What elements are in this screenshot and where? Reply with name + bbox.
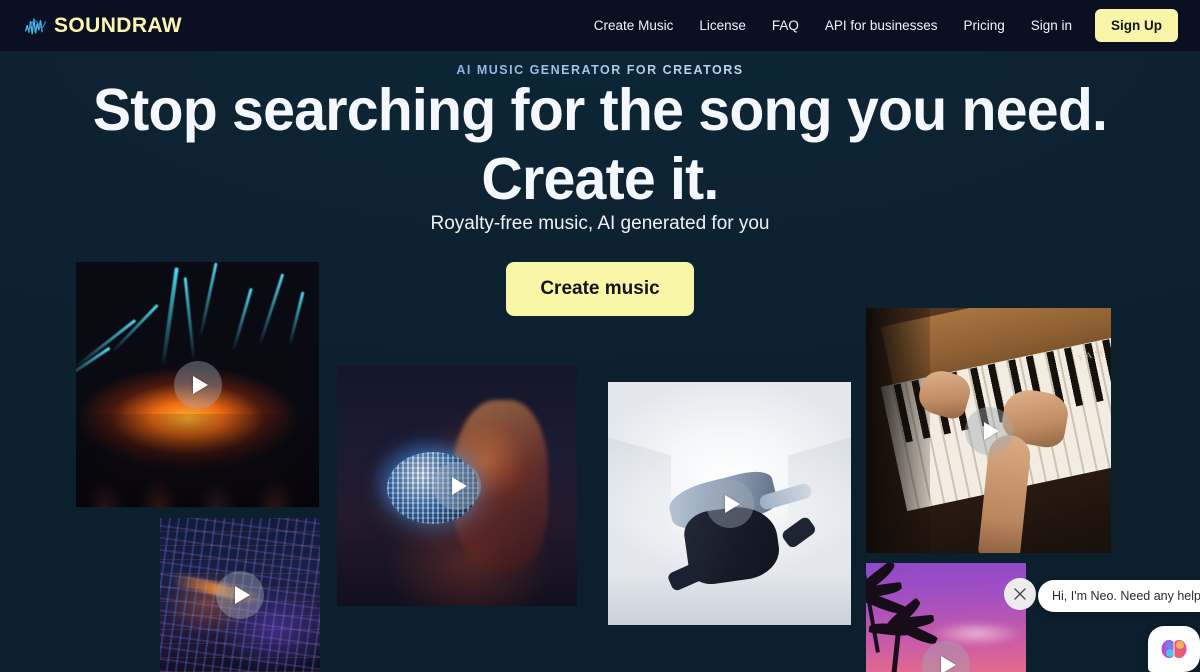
- sign-up-button[interactable]: Sign Up: [1095, 9, 1178, 42]
- chat-launcher-button[interactable]: [1148, 626, 1200, 672]
- brain-icon: [1161, 640, 1187, 658]
- nav-faq[interactable]: FAQ: [759, 12, 812, 39]
- play-icon[interactable]: [216, 571, 264, 619]
- nav-api-for-businesses[interactable]: API for businesses: [812, 12, 951, 39]
- headline-line-2: Create it.: [481, 146, 719, 212]
- play-icon[interactable]: [705, 479, 754, 528]
- site-header: SOUNDRAW Create Music License FAQ API fo…: [0, 0, 1200, 51]
- page-root: SOUNDRAW Create Music License FAQ API fo…: [0, 0, 1200, 672]
- waveform-icon: [24, 18, 47, 34]
- nav-pricing[interactable]: Pricing: [950, 12, 1017, 39]
- nav-create-music[interactable]: Create Music: [581, 12, 687, 39]
- play-icon[interactable]: [433, 462, 481, 510]
- nav-license[interactable]: License: [686, 12, 759, 39]
- video-card-palm[interactable]: [866, 563, 1026, 672]
- logo[interactable]: SOUNDRAW: [24, 14, 182, 38]
- hero-eyebrow: AI MUSIC GENERATOR FOR CREATORS: [0, 63, 1200, 77]
- play-icon[interactable]: [964, 406, 1013, 455]
- headline-line-1: Stop searching for the song you need.: [92, 77, 1108, 143]
- chat-message-bubble[interactable]: Hi, I'm Neo. Need any help?: [1038, 580, 1200, 612]
- main-nav: Create Music License FAQ API for busines…: [581, 9, 1178, 42]
- close-icon: [1014, 588, 1026, 600]
- logo-text: SOUNDRAW: [54, 14, 183, 37]
- play-icon[interactable]: [173, 360, 222, 409]
- page-title: Stop searching for the song you need. Cr…: [18, 81, 1182, 209]
- nav-sign-in[interactable]: Sign in: [1018, 12, 1085, 39]
- hero-cta-wrap: Create music: [0, 262, 1200, 316]
- video-card-disco[interactable]: [337, 366, 577, 606]
- create-music-button[interactable]: Create music: [506, 262, 694, 316]
- video-card-dancer[interactable]: [608, 382, 851, 625]
- hero-subtitle: Royalty-free music, AI generated for you: [430, 213, 770, 234]
- chat-close-button[interactable]: [1004, 578, 1036, 610]
- video-card-city[interactable]: [160, 518, 320, 672]
- video-card-piano[interactable]: YAM: [866, 308, 1111, 553]
